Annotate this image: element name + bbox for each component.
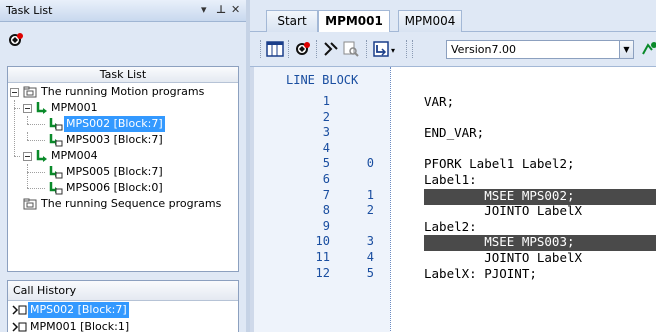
task-list-title: Task List — [6, 4, 53, 17]
version-select-value: Version7.00 — [451, 43, 516, 56]
subprogram-icon — [49, 118, 63, 131]
line-number: 11 — [315, 250, 330, 264]
block-number: 0 — [366, 156, 374, 170]
call-stack-icon — [12, 322, 27, 332]
tab-start[interactable]: Start — [266, 10, 318, 32]
tree-column-header: Task List — [8, 67, 238, 83]
editor-toolbar: ▾ Version7.00 ▼ — [250, 32, 656, 66]
pin-icon[interactable]: ⊥ — [216, 3, 226, 16]
tree-item-label: MPS002 [Block:7] — [64, 116, 165, 132]
code-line[interactable]: LabelX: PJOINT; — [424, 266, 537, 281]
refresh-task-icon[interactable] — [294, 40, 312, 58]
document-tabs: Start MPM001 MPM004 — [250, 0, 656, 33]
code-line[interactable]: JOINTO LabelX — [424, 250, 582, 265]
search-icon[interactable] — [342, 40, 360, 58]
call-history-header: Call History — [8, 281, 238, 301]
code-line[interactable]: END_VAR; — [424, 125, 484, 140]
tree-item-mpm004[interactable]: MPM004 — [8, 100, 238, 164]
code-editor[interactable]: LINE BLOCK 1 VAR; 2 3 END_VAR; 4 5 0 PFORK Label… — [250, 66, 656, 332]
line-number: 5 — [322, 156, 330, 170]
folder-icon — [23, 86, 37, 98]
block-number: 2 — [366, 203, 374, 217]
gutter-separator — [390, 67, 392, 332]
code-line[interactable]: PFORK Label1 Label2; — [424, 156, 575, 171]
subprogram-icon — [49, 182, 63, 195]
editor-area: Start MPM001 MPM004 ▾ Version7.00 ▼ LINE… — [250, 0, 656, 332]
code-line[interactable]: VAR; — [424, 94, 454, 109]
tree-item-label: MPS003 [Block:7] — [66, 133, 163, 146]
line-number: 3 — [322, 125, 330, 139]
line-number: 12 — [315, 266, 330, 280]
block-number: 3 — [366, 234, 374, 248]
task-tree: Task List The running Motion programs MP… — [7, 66, 239, 272]
tree-item-mps005[interactable]: MPS005 [Block:7] — [8, 164, 238, 180]
history-item-label: MPM001 [Block:1] — [30, 320, 130, 332]
version-select[interactable]: Version7.00 ▼ — [446, 40, 634, 59]
program-icon — [36, 102, 47, 114]
line-number: 7 — [322, 188, 330, 202]
collapse-icon[interactable] — [23, 104, 32, 113]
code-line[interactable]: JOINTO LabelX — [424, 203, 582, 218]
block-number: 1 — [366, 188, 374, 202]
tree-item-label: MPM004 — [51, 149, 98, 162]
program-icon — [36, 150, 47, 162]
tree-item-label: MPS005 [Block:7] — [66, 165, 163, 178]
tree-item-mps002[interactable]: MPS002 [Block:7] — [8, 116, 238, 132]
subprogram-icon — [49, 166, 63, 179]
tab-mpm004[interactable]: MPM004 — [398, 10, 462, 32]
line-number: 8 — [322, 203, 330, 217]
tree-item-label: MPS006 [Block:0] — [66, 181, 163, 194]
refresh-task-icon[interactable] — [8, 32, 24, 48]
tree-item-label: The running Sequence programs — [41, 197, 222, 210]
table-view-icon[interactable] — [266, 40, 284, 58]
task-list-panel: Task List ▾ ⊥ ✕ Task List The running Mo… — [0, 0, 246, 332]
close-icon[interactable]: ✕ — [231, 3, 240, 16]
tree-item-motion-programs[interactable]: The running Motion programs — [8, 84, 238, 100]
editor-margin — [250, 67, 254, 332]
collapse-icon[interactable] — [10, 88, 19, 97]
gutter-header: LINE BLOCK — [286, 73, 359, 87]
apply-version-icon[interactable] — [640, 40, 656, 58]
block-number: 5 — [366, 266, 374, 280]
dropdown-icon[interactable]: ▾ — [201, 3, 207, 16]
line-number: 4 — [322, 141, 330, 155]
step-into-icon[interactable] — [372, 40, 390, 58]
code-line[interactable]: Label2: — [424, 219, 477, 234]
history-item[interactable]: MPM001 [Block:1] — [8, 319, 238, 332]
tree-item-label: The running Motion programs — [41, 85, 205, 98]
chevron-down-icon[interactable]: ▾ — [391, 46, 395, 55]
tree-item-mps003[interactable]: MPS003 [Block:7] — [8, 132, 238, 148]
block-number: 4 — [366, 250, 374, 264]
tree-item-label: MPM001 — [51, 101, 98, 114]
history-item-label: MPS002 [Block:7] — [28, 302, 129, 318]
line-number: 6 — [322, 172, 330, 186]
line-number: 9 — [322, 219, 330, 233]
call-history-panel: Call History MPS002 [Block:7] MPM001 [Bl… — [7, 280, 239, 332]
code-line[interactable]: MSEE MPS002; — [424, 188, 574, 203]
code-line[interactable]: Label1: — [424, 172, 477, 187]
tab-mpm001[interactable]: MPM001 — [318, 10, 390, 33]
history-item[interactable]: MPS002 [Block:7] — [8, 302, 238, 318]
folder-icon — [23, 198, 37, 210]
collapse-icon[interactable] — [23, 152, 32, 161]
tree-item-mps006[interactable]: MPS006 [Block:0] — [8, 172, 238, 196]
chevron-down-icon[interactable]: ▼ — [619, 41, 633, 58]
line-number: 1 — [322, 94, 330, 108]
jump-icon[interactable] — [322, 40, 340, 58]
task-list-toolbar — [0, 22, 246, 62]
code-line[interactable]: MSEE MPS003; — [424, 234, 574, 249]
tree-item-mpm001[interactable]: MPM001 — [8, 100, 238, 116]
subprogram-icon — [49, 134, 63, 147]
call-stack-icon — [12, 305, 27, 315]
task-list-titlebar: Task List ▾ ⊥ ✕ — [0, 0, 246, 22]
tree-item-sequence-programs[interactable]: The running Sequence programs — [8, 196, 238, 212]
line-number: 2 — [322, 110, 330, 124]
line-number: 10 — [315, 234, 330, 248]
